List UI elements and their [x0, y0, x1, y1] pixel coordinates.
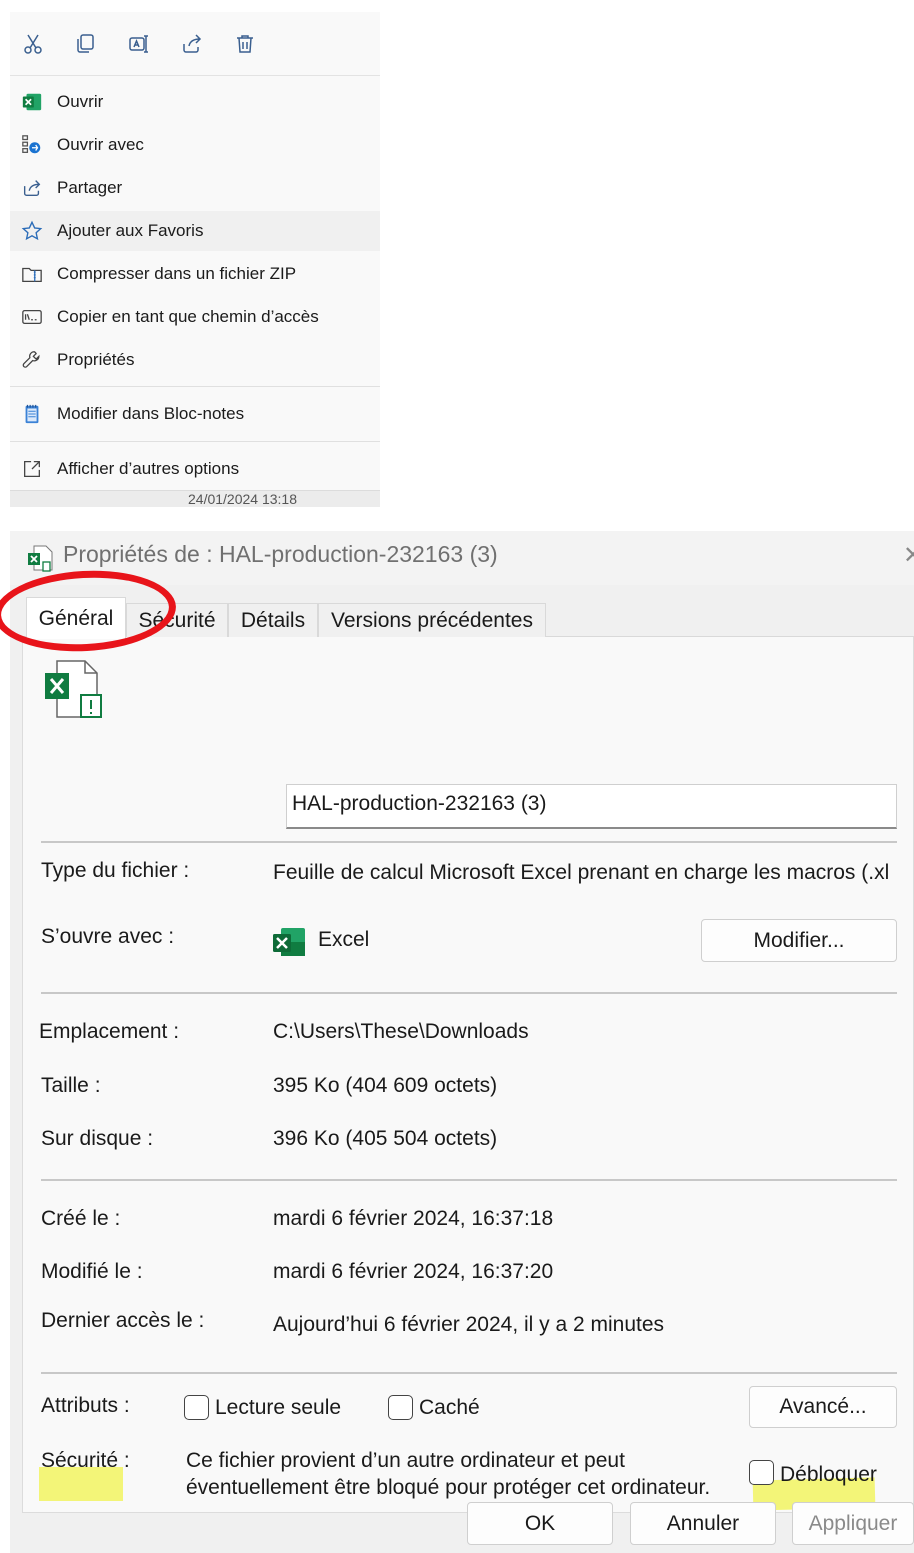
file-type-value: Feuille de calcul Microsoft Excel prenan… [273, 861, 890, 884]
cut-button[interactable] [18, 29, 48, 59]
menu-item-add-favorites[interactable]: Ajouter aux Favoris [10, 211, 380, 251]
modified-label: Modifié le : [41, 1260, 143, 1283]
unblock-label: Débloquer [780, 1463, 877, 1486]
menu-separator [10, 386, 380, 387]
unblock-checkbox[interactable] [749, 1460, 774, 1485]
excel-file-icon [28, 545, 53, 572]
menu-item-properties[interactable]: Propriétés [10, 340, 380, 380]
separator [41, 1179, 897, 1181]
menu-item-copy-path[interactable]: Copier en tant que chemin d’accès [10, 297, 380, 337]
last-access-label: Dernier accès le : [41, 1309, 205, 1332]
context-menu-toolbar [10, 12, 380, 76]
path-icon [20, 305, 44, 329]
window-title: Propriétés de : HAL-production-232163 (3… [63, 541, 498, 567]
share-icon [20, 176, 44, 200]
excel-icon [20, 90, 44, 114]
trash-icon [237, 35, 253, 53]
last-access-value: Aujourd’hui 6 février 2024, il y a 2 min… [273, 1313, 665, 1336]
separator [41, 992, 897, 994]
share-button[interactable] [177, 29, 207, 59]
size-label: Taille : [41, 1074, 101, 1097]
size-on-disk-label: Sur disque : [41, 1127, 154, 1150]
scissors-icon [24, 34, 42, 54]
menu-item-open[interactable]: Ouvrir [10, 82, 380, 122]
change-program-button[interactable]: Modifier... [701, 919, 897, 962]
excel-macro-file-icon [45, 660, 102, 718]
opens-with-value: Excel [318, 928, 370, 951]
size-on-disk-value: 396 Ko (405 504 octets) [273, 1127, 498, 1150]
zip-folder-icon [20, 262, 44, 286]
readonly-label: Lecture seule [215, 1396, 342, 1419]
tab-strip: Général Sécurité Détails Versions précéd… [10, 585, 914, 639]
tab-previous-versions[interactable]: Versions précédentes [318, 603, 546, 638]
modified-value: mardi 6 février 2024, 16:37:20 [273, 1260, 554, 1283]
attributes-label: Attributs : [41, 1394, 130, 1417]
close-icon[interactable]: ✕ [903, 541, 914, 570]
context-menu: Ouvrir Ouvrir avec Partager Ajouter aux … [10, 12, 380, 507]
more-options-icon [20, 457, 44, 481]
copy-button[interactable] [70, 29, 100, 59]
wrench-icon [20, 348, 44, 372]
cancel-button[interactable]: Annuler [630, 1502, 776, 1545]
menu-item-share[interactable]: Partager [10, 168, 380, 208]
tab-security[interactable]: Sécurité [126, 603, 228, 638]
hidden-label: Caché [419, 1396, 480, 1419]
security-label: Sécurité : [41, 1449, 130, 1472]
file-name-field[interactable]: HAL-production-232163 (3) [286, 784, 897, 829]
readonly-checkbox[interactable] [184, 1395, 209, 1420]
location-value: C:\Users\These\Downloads [273, 1020, 529, 1043]
share-icon [183, 34, 202, 53]
rename-button[interactable] [124, 29, 154, 59]
tab-general[interactable]: Général [26, 597, 126, 639]
copy-icon [77, 34, 94, 53]
location-label: Emplacement : [39, 1020, 180, 1043]
excel-icon [273, 928, 305, 956]
separator [41, 1372, 897, 1374]
size-value: 395 Ko (404 609 octets) [273, 1074, 498, 1097]
security-message-line-1: Ce fichier provient d’un autre ordinateu… [186, 1449, 625, 1472]
apply-button[interactable]: Appliquer [792, 1502, 914, 1545]
menu-item-more-options[interactable]: Afficher d’autres options [10, 449, 380, 489]
notepad-icon [20, 402, 44, 426]
title-bar: Propriétés de : HAL-production-232163 (3… [10, 531, 914, 585]
star-icon [20, 219, 44, 243]
properties-window: Propriétés de : HAL-production-232163 (3… [10, 531, 914, 1553]
menu-item-compress-zip[interactable]: Compresser dans un fichier ZIP [10, 254, 380, 294]
rename-icon [129, 35, 148, 53]
created-label: Créé le : [41, 1207, 121, 1230]
menu-separator [10, 441, 380, 442]
hidden-checkbox[interactable] [388, 1395, 413, 1420]
opens-with-label: S’ouvre avec : [41, 925, 175, 948]
file-type-label: Type du fichier : [41, 859, 190, 882]
delete-button[interactable] [230, 29, 260, 59]
menu-item-edit-notepad[interactable]: Modifier dans Bloc-notes [10, 394, 380, 434]
advanced-button[interactable]: Avancé... [749, 1386, 897, 1428]
created-value: mardi 6 février 2024, 16:37:18 [273, 1207, 554, 1230]
menu-item-open-with[interactable]: Ouvrir avec [10, 125, 380, 165]
security-message-line-2: éventuellement être bloqué pour protéger… [186, 1476, 711, 1499]
ok-button[interactable]: OK [467, 1502, 613, 1545]
background-file-row: 24/01/2024 13:18 [10, 490, 380, 507]
tab-details[interactable]: Détails [228, 603, 318, 638]
general-panel: HAL-production-232163 (3) Type du fichie… [22, 637, 914, 1513]
background-date: 24/01/2024 13:18 [188, 491, 297, 507]
separator [41, 841, 897, 843]
open-with-icon [20, 133, 44, 157]
